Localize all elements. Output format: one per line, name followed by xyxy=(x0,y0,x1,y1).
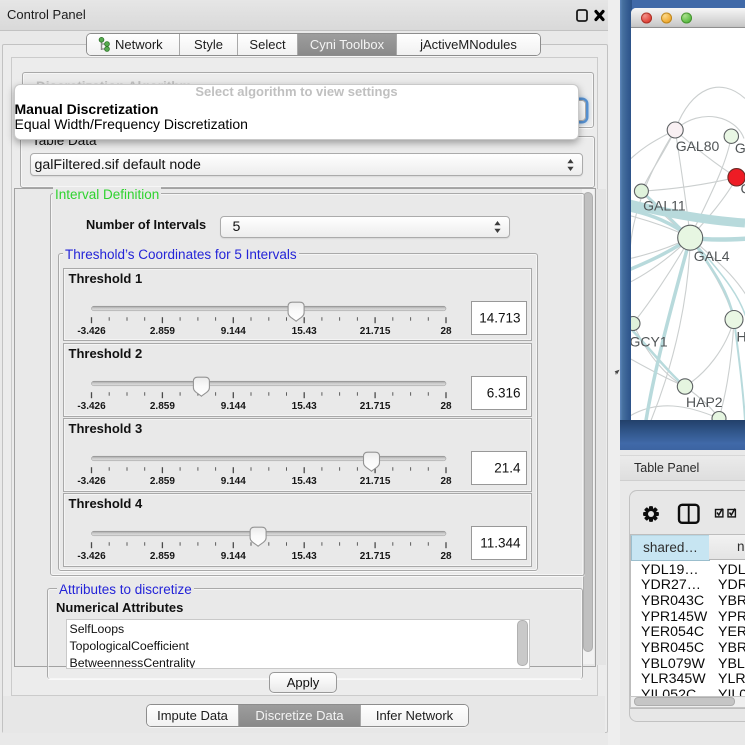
svg-text:21.715: 21.715 xyxy=(360,551,391,562)
svg-text:HAP2: HAP2 xyxy=(686,394,723,410)
svg-text:GAL11: GAL11 xyxy=(643,197,686,213)
svg-text:15.43: 15.43 xyxy=(292,401,317,412)
svg-text:H: H xyxy=(737,329,745,345)
svg-text:15.43: 15.43 xyxy=(292,551,317,562)
svg-text:-3.426: -3.426 xyxy=(77,326,106,337)
svg-text:2.859: 2.859 xyxy=(150,326,175,337)
svg-text:2.859: 2.859 xyxy=(150,551,175,562)
svg-text:28: 28 xyxy=(440,551,452,562)
svg-text:2.859: 2.859 xyxy=(150,476,175,487)
svg-text:28: 28 xyxy=(440,476,452,487)
svg-text:28: 28 xyxy=(440,326,452,337)
svg-text:28: 28 xyxy=(440,401,452,412)
svg-text:9.144: 9.144 xyxy=(221,401,246,412)
svg-text:-3.426: -3.426 xyxy=(77,401,106,412)
svg-text:15.43: 15.43 xyxy=(292,476,317,487)
svg-text:-3.426: -3.426 xyxy=(77,476,106,487)
svg-text:C: C xyxy=(741,181,745,197)
svg-text:9.144: 9.144 xyxy=(221,551,246,562)
svg-text:9.144: 9.144 xyxy=(221,476,246,487)
svg-text:-3.426: -3.426 xyxy=(77,551,106,562)
svg-text:2.859: 2.859 xyxy=(150,401,175,412)
svg-text:GAL4: GAL4 xyxy=(694,248,730,264)
svg-text:GA: GA xyxy=(735,140,745,156)
svg-text:GAL80: GAL80 xyxy=(676,138,720,154)
svg-text:21.715: 21.715 xyxy=(360,401,391,412)
svg-text:15.43: 15.43 xyxy=(292,326,317,337)
svg-text:21.715: 21.715 xyxy=(360,476,391,487)
svg-text:21.715: 21.715 xyxy=(360,326,391,337)
svg-text:GCY1: GCY1 xyxy=(631,333,668,349)
svg-text:9.144: 9.144 xyxy=(221,326,246,337)
